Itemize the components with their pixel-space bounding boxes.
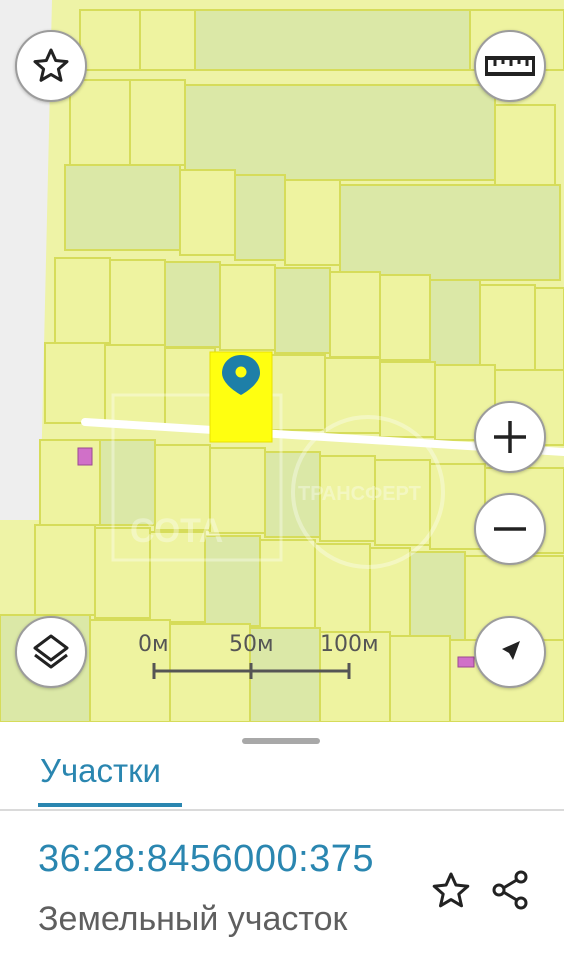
- tab-parcels[interactable]: Участки: [40, 752, 161, 790]
- sheet-drag-handle[interactable]: [242, 738, 320, 744]
- layers-icon: [33, 634, 69, 669]
- cadastral-number[interactable]: 36:28:8456000:375: [38, 838, 374, 881]
- tab-indicator: [38, 803, 182, 807]
- map-view[interactable]: СОТА ТРАНСФЕРТ 0м 50м 100м: [0, 0, 564, 722]
- watermark-transfert: ТРАНСФЕРТ: [298, 483, 421, 505]
- share-button[interactable]: [488, 868, 532, 917]
- layers-button[interactable]: [15, 616, 87, 688]
- scale-label-0: 0м: [138, 632, 169, 657]
- star-icon: [432, 872, 470, 908]
- add-favorite-button[interactable]: [430, 870, 472, 917]
- ruler-icon: [485, 56, 535, 76]
- my-location-button[interactable]: [474, 616, 546, 688]
- cadastral-map: СОТА ТРАНСФЕРТ: [0, 0, 564, 722]
- measure-button[interactable]: [474, 30, 546, 102]
- zoom-in-button[interactable]: [474, 401, 546, 473]
- bottom-sheet[interactable]: Участки 36:28:8456000:375 Земельный учас…: [0, 722, 564, 960]
- share-icon: [492, 870, 528, 910]
- scale-label-50: 50м: [229, 632, 274, 657]
- zoom-out-button[interactable]: [474, 493, 546, 565]
- favorite-button[interactable]: [15, 30, 87, 102]
- navigation-arrow-icon: [502, 641, 520, 660]
- divider: [0, 809, 564, 811]
- watermark-sota: СОТА: [130, 512, 223, 550]
- plus-icon: [494, 421, 526, 453]
- minus-icon: [494, 527, 526, 531]
- parcel-type: Земельный участок: [38, 900, 348, 938]
- scale-label-100: 100м: [320, 632, 379, 657]
- star-icon: [33, 48, 69, 82]
